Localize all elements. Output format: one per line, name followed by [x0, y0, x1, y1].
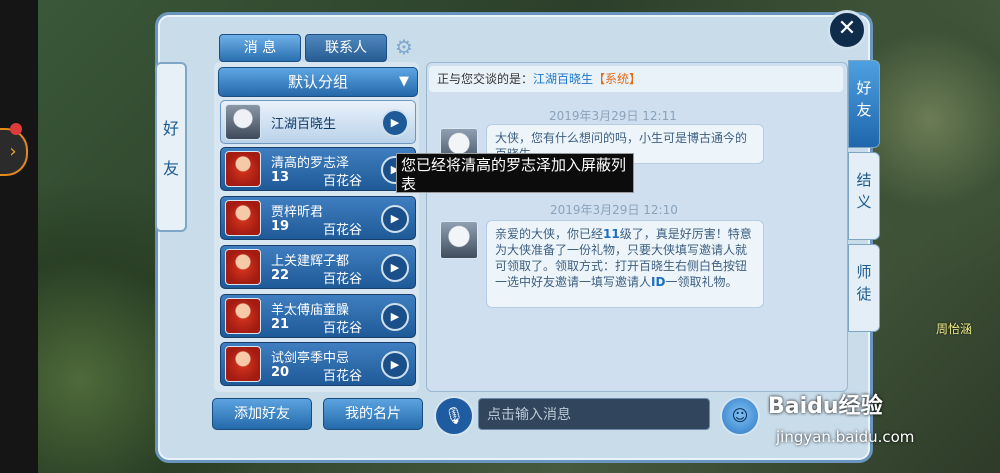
contact-level: 20	[271, 365, 290, 380]
microphone-icon[interactable]: 🎙	[434, 396, 474, 436]
chevron-down-icon: ▼	[399, 74, 409, 89]
contact-school: 百花谷	[323, 369, 363, 384]
contact-school: 百花谷	[323, 223, 363, 238]
contact-name: 羊太傅庙童臊	[271, 303, 350, 318]
play-icon[interactable]: ▶	[381, 351, 409, 379]
avatar	[225, 200, 261, 236]
avatar	[225, 249, 261, 285]
left-system-bar	[0, 0, 38, 473]
contact-item[interactable]: 江湖百晓生 ▶	[220, 100, 416, 144]
play-icon[interactable]: ▶	[381, 109, 409, 137]
my-card-button[interactable]: 我的名片	[323, 398, 423, 430]
contact-level: 13	[271, 170, 290, 185]
play-icon[interactable]: ▶	[381, 303, 409, 331]
contact-level: 22	[271, 268, 290, 283]
contact-school: 百花谷	[323, 321, 363, 336]
npc-name-label: 周怡涵	[936, 322, 973, 336]
contact-level: 19	[271, 219, 290, 234]
avatar	[225, 104, 261, 140]
contact-item[interactable]: 贾梓昕君 19 百花谷 ▶	[220, 196, 416, 240]
close-icon: ✕	[837, 16, 857, 41]
add-friend-button[interactable]: 添加好友	[212, 398, 312, 430]
chat-partner-tag: 【系统】	[593, 72, 642, 86]
tab-messages[interactable]: 消 息	[219, 34, 301, 62]
message-timestamp: 2019年3月29日 12:10	[550, 203, 678, 217]
message-id: ID	[651, 275, 666, 289]
tab-contacts[interactable]: 联系人	[305, 34, 387, 62]
close-button[interactable]: ✕	[827, 10, 867, 50]
message-text: 一领取礼物。	[665, 275, 738, 289]
notification-dot	[10, 123, 22, 135]
contact-name: 江湖百晓生	[271, 117, 337, 132]
contact-name: 上关建辉子都	[271, 254, 350, 269]
avatar	[225, 151, 261, 187]
avatar	[440, 221, 478, 259]
watermark-brand: Baidu经验	[768, 394, 883, 419]
contact-name: 贾梓昕君	[271, 205, 324, 220]
emoji-icon[interactable]: ☺	[720, 396, 760, 436]
message-bubble: 亲爱的大侠，你已经11级了，真是好厉害！特意为大侠准备了一份礼物，只要大侠填写邀…	[486, 220, 764, 308]
message-text: 亲爱的大侠，你已经	[495, 227, 604, 241]
message-level: 11	[603, 227, 620, 241]
contact-school: 百花谷	[323, 174, 363, 189]
tab-mentor[interactable]: 师 徒	[848, 244, 880, 332]
contact-level: 21	[271, 317, 290, 332]
play-icon[interactable]: ▶	[381, 205, 409, 233]
avatar	[225, 346, 261, 382]
message-input[interactable]: 点击输入消息	[478, 398, 710, 430]
chat-partner-name: 江湖百晓生	[533, 72, 594, 86]
chat-header-prefix: 正与您交谈的是：	[437, 72, 534, 86]
avatar	[225, 298, 261, 334]
contact-name: 试剑亭季中忌	[271, 351, 350, 366]
contact-item[interactable]: 清高的罗志泽 13 百花谷 ▶	[220, 147, 416, 191]
watermark-url: jingyan.baidu.com	[776, 428, 915, 446]
contact-school: 百花谷	[323, 272, 363, 287]
contact-item[interactable]: 试剑亭季中忌 20 百花谷 ▶	[220, 342, 416, 386]
gear-icon[interactable]: ⚙	[393, 36, 415, 58]
tab-sworn[interactable]: 结 义	[848, 152, 880, 240]
block-tooltip: 您已经将清高的罗志泽加入屏蔽列表	[396, 153, 634, 193]
message-timestamp: 2019年3月29日 12:11	[549, 109, 677, 123]
group-label: 默认分组	[287, 73, 348, 91]
chat-header: 正与您交谈的是：江湖百晓生【系统】	[429, 66, 843, 92]
contact-item[interactable]: 羊太傅庙童臊 21 百花谷 ▶	[220, 294, 416, 338]
group-dropdown[interactable]: 默认分组 ▼	[218, 67, 418, 97]
left-friend-tab[interactable]: 好 友	[155, 62, 187, 232]
contact-name: 清高的罗志泽	[271, 156, 350, 171]
play-icon[interactable]: ▶	[381, 254, 409, 282]
tab-friends[interactable]: 好 友	[848, 60, 880, 148]
contact-item[interactable]: 上关建辉子都 22 百花谷 ▶	[220, 245, 416, 289]
